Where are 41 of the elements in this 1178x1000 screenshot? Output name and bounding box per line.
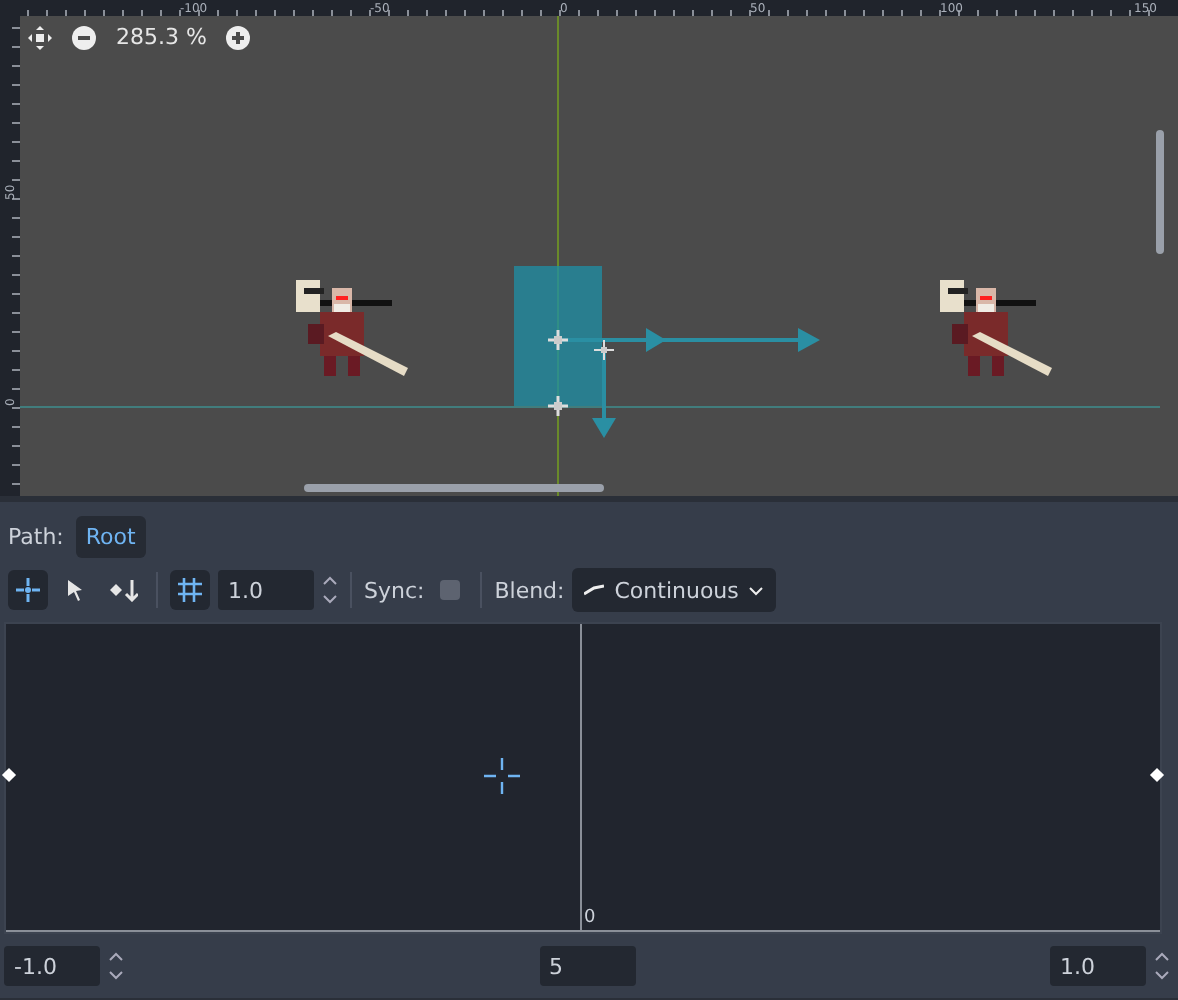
snap-value-field[interactable]: 5 xyxy=(539,946,635,986)
horizontal-scrollbar[interactable] xyxy=(304,484,604,492)
blend-dropdown[interactable]: Continuous xyxy=(572,568,777,612)
points-icon xyxy=(16,578,40,602)
move-gizmo-arrow[interactable] xyxy=(558,328,820,352)
crosshair-icon xyxy=(482,756,522,796)
path-label: Path: xyxy=(8,523,64,549)
points-tool-button[interactable] xyxy=(8,570,48,610)
blend-space-graph[interactable]: 0 xyxy=(4,622,1162,934)
pivot-handle[interactable] xyxy=(593,339,615,361)
zoom-in-button[interactable] xyxy=(226,25,251,49)
zoom-out-button[interactable] xyxy=(72,25,96,49)
warrior-sprite-drawing xyxy=(940,280,1052,376)
spinner-arrows-icon[interactable] xyxy=(108,948,124,984)
minus-icon xyxy=(78,35,90,39)
plus-icon xyxy=(232,31,245,43)
grid-icon xyxy=(178,578,202,602)
snap-grid-button[interactable] xyxy=(170,570,210,610)
max-value-field[interactable]: 1.0 xyxy=(1050,946,1146,986)
zoom-level[interactable]: 285.3 % xyxy=(116,24,207,50)
add-point-icon xyxy=(110,578,138,602)
curve-icon xyxy=(584,584,605,596)
spinner-arrows-icon[interactable] xyxy=(322,572,338,608)
axis-label: 0 xyxy=(584,908,596,928)
min-value-field[interactable]: -1.0 xyxy=(4,946,100,986)
blend-label: Blend: xyxy=(494,577,565,603)
down-gizmo-arrow[interactable] xyxy=(592,350,616,438)
warrior-sprite-drawing xyxy=(296,280,408,376)
blend-point-marker[interactable] xyxy=(1,767,17,783)
vertical-scrollbar[interactable] xyxy=(1156,130,1164,254)
chevron-down-icon xyxy=(748,585,765,595)
snap-step-field[interactable]: 1.0 xyxy=(218,570,314,610)
pivot-handle[interactable] xyxy=(546,328,570,352)
cursor-icon xyxy=(66,578,86,602)
pan-icon[interactable] xyxy=(28,25,52,49)
spinner-arrows-icon[interactable] xyxy=(1154,948,1170,984)
path-breadcrumb[interactable]: Root xyxy=(75,515,146,557)
sync-checkbox[interactable] xyxy=(440,580,461,600)
sync-label: Sync: xyxy=(364,577,425,603)
blend-point-marker[interactable] xyxy=(1149,767,1165,783)
pivot-handle[interactable] xyxy=(546,394,570,418)
